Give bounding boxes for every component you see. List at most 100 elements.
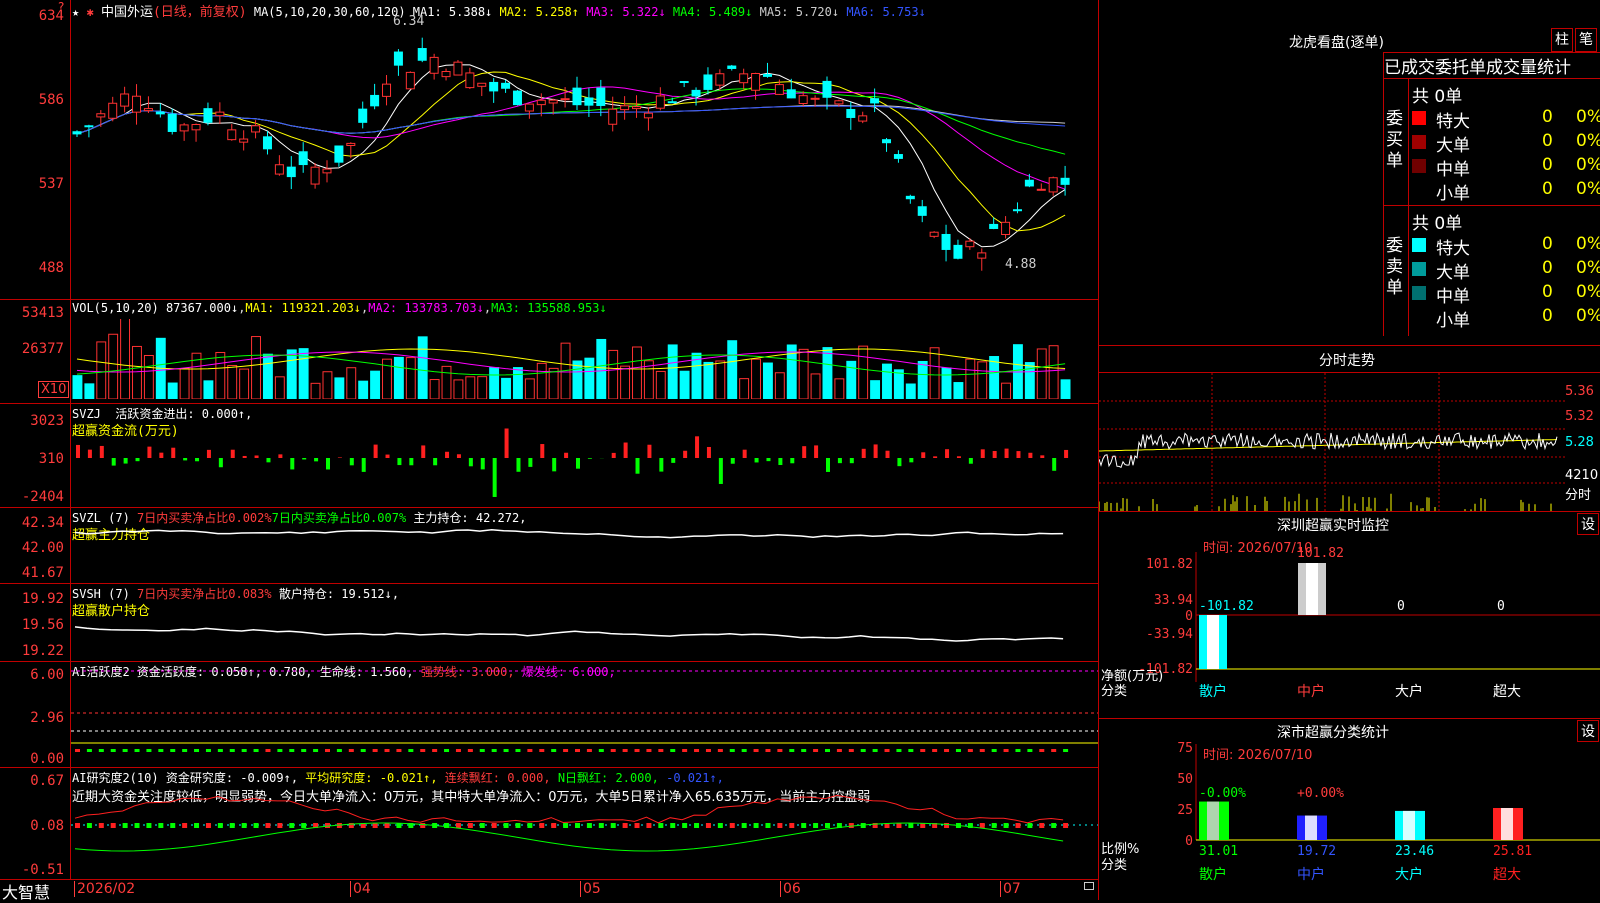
volume-bar — [978, 362, 987, 399]
monitor-y-tick: 33.94 — [1154, 593, 1193, 608]
candle-body — [835, 101, 843, 104]
candle-body — [180, 125, 188, 131]
stats-axis-sub: 分类 — [1101, 858, 1127, 873]
stats-category: 超大 — [1493, 867, 1521, 883]
order-count: 0 — [1542, 234, 1553, 254]
activity-bar — [635, 749, 640, 752]
tab-orders[interactable]: 委托单 — [1435, 58, 1486, 78]
svsh-panel[interactable]: 19.92 19.56 19.22 SVSH (7) 7日内买卖净占比0.083… — [0, 583, 1098, 662]
activity-bar — [777, 749, 782, 752]
flow-bar-up — [171, 448, 175, 458]
realtime-monitor-panel[interactable]: 深圳超赢实时监控 设 时间: 2026/07/10 101.8233.940-3… — [1099, 511, 1600, 718]
candle-body — [716, 74, 724, 85]
activity-bar — [444, 749, 449, 752]
y-tick: 19.22 — [0, 643, 64, 659]
stats-category: 散户 — [1199, 866, 1227, 883]
ma-line-4 — [77, 89, 1065, 154]
x-axis-label: 06 — [780, 881, 801, 897]
order-count: 0 — [1542, 131, 1553, 151]
intraday-chart — [1099, 373, 1565, 511]
tab-volume-stats[interactable]: 成交量统计 — [1486, 58, 1571, 78]
order-pct: 0% — [1576, 107, 1600, 127]
activity-bar — [504, 749, 509, 752]
lock-icon[interactable] — [1084, 882, 1094, 890]
research-bar — [194, 823, 199, 828]
candle-body — [359, 109, 367, 122]
candlestick-chart[interactable]: 6.344.88 — [71, 8, 1099, 298]
bar-mode-button[interactable]: 柱 — [1551, 28, 1573, 52]
volume-bar — [502, 378, 511, 399]
flow-bar-up — [540, 444, 544, 458]
activity-bar — [182, 749, 187, 752]
flow-bar-up — [814, 445, 818, 458]
volume-bar — [883, 364, 892, 399]
candle-body — [133, 96, 141, 112]
monitor-category: 散户 — [1199, 683, 1227, 700]
activity-bar — [682, 749, 687, 752]
activity-bar — [789, 749, 794, 752]
x-axis-label: 04 — [350, 881, 371, 897]
stats-y-tick: 50 — [1177, 772, 1193, 787]
candle-body — [680, 82, 688, 83]
volume-bar — [1049, 346, 1058, 399]
volume-bar — [823, 348, 832, 399]
ai-research-panel[interactable]: 0.67 0.08 -0.51 AI研究度2(10) 资金研究度: -0.009… — [0, 767, 1098, 880]
svzl-panel[interactable]: 42.34 42.00 41.67 SVZL (7) 7日内买卖净占比0.002… — [0, 507, 1098, 584]
tab-filled[interactable]: 已成交 — [1384, 58, 1435, 78]
ai-activity-panel[interactable]: 6.00 2.96 0.00 AI活跃度2 资金活跃度: 0.058↑, 0.7… — [0, 661, 1098, 768]
order-pct: 0% — [1576, 258, 1600, 278]
volume-panel[interactable]: 53413 26377 X10 VOL(5,10,20) 87367.000↓,… — [0, 299, 1098, 404]
volume-bar — [573, 361, 582, 399]
activity-bar — [718, 749, 723, 752]
stats-bar-shine — [1403, 811, 1415, 840]
vol-ma2: MA2: 133783.703↓ — [368, 301, 484, 315]
order-count: 0 — [1542, 107, 1553, 127]
research-bar — [825, 823, 830, 828]
candle-body — [275, 165, 283, 174]
volume-bar — [990, 357, 999, 399]
activity-bar — [158, 749, 163, 752]
stats-axis-title: 比例% — [1101, 842, 1139, 857]
activity-bar — [920, 749, 925, 752]
research-bar — [87, 823, 92, 828]
flow-bar-down — [755, 458, 759, 462]
volume-bar — [525, 379, 534, 399]
research-bar — [135, 823, 140, 828]
flow-bar-up — [278, 454, 282, 458]
activity-bar — [611, 749, 616, 752]
flow-bar-up — [695, 436, 699, 458]
flow-bar-up — [1040, 455, 1044, 458]
y-tick: 488 — [0, 260, 64, 276]
y-tick: 586 — [0, 92, 64, 108]
intraday-vol-max: 4210 — [1565, 468, 1598, 483]
candle-body — [287, 167, 295, 176]
volume-bar — [942, 368, 951, 399]
monitor-bar-label: 0 — [1497, 599, 1505, 614]
activity-bar — [468, 749, 473, 752]
monitor-bar-retail-shine — [1207, 615, 1219, 669]
flow-bar-up — [683, 451, 687, 458]
svzj-panel[interactable]: 3023 310 -2404 SVZJ 活跃资金进出: 0.000↑, 超赢资金… — [0, 403, 1098, 508]
volume-bar — [728, 341, 737, 399]
candle-body — [513, 91, 521, 105]
kline-panel[interactable]: ? 634 586 537 488 ★ ✱ 中国外运(日线，前复权) MA(5,… — [0, 0, 1098, 300]
research-bar — [563, 823, 568, 828]
volume-bar — [478, 377, 487, 399]
right-sidebar: 龙虎看盘(逐单) 柱 笔 已成交委托单成交量统计 委买单 共 0单 特大00%大… — [1098, 0, 1600, 900]
candle-body — [228, 130, 236, 140]
intraday-panel[interactable]: 分时走势 5.36 5.32 5.28 4210 分时 — [1099, 345, 1600, 511]
volume-bar — [228, 365, 237, 399]
flow-bar-down — [397, 458, 401, 465]
y-tick: 0.00 — [0, 751, 64, 767]
stats-bar-shine — [1501, 808, 1513, 840]
category-stats-panel[interactable]: 深市超赢分类统计 设 时间: 2026/07/10 755025031.0119… — [1099, 718, 1600, 901]
flow-bar-down — [588, 458, 592, 459]
pen-mode-button[interactable]: 笔 — [1575, 28, 1597, 52]
flow-bar-down — [719, 458, 723, 484]
activity-bar — [646, 749, 651, 752]
research-bar — [254, 823, 259, 828]
candle-body — [371, 95, 379, 105]
flow-bar-up — [993, 451, 997, 458]
activity-bar — [313, 749, 318, 752]
research-bar — [242, 823, 247, 828]
